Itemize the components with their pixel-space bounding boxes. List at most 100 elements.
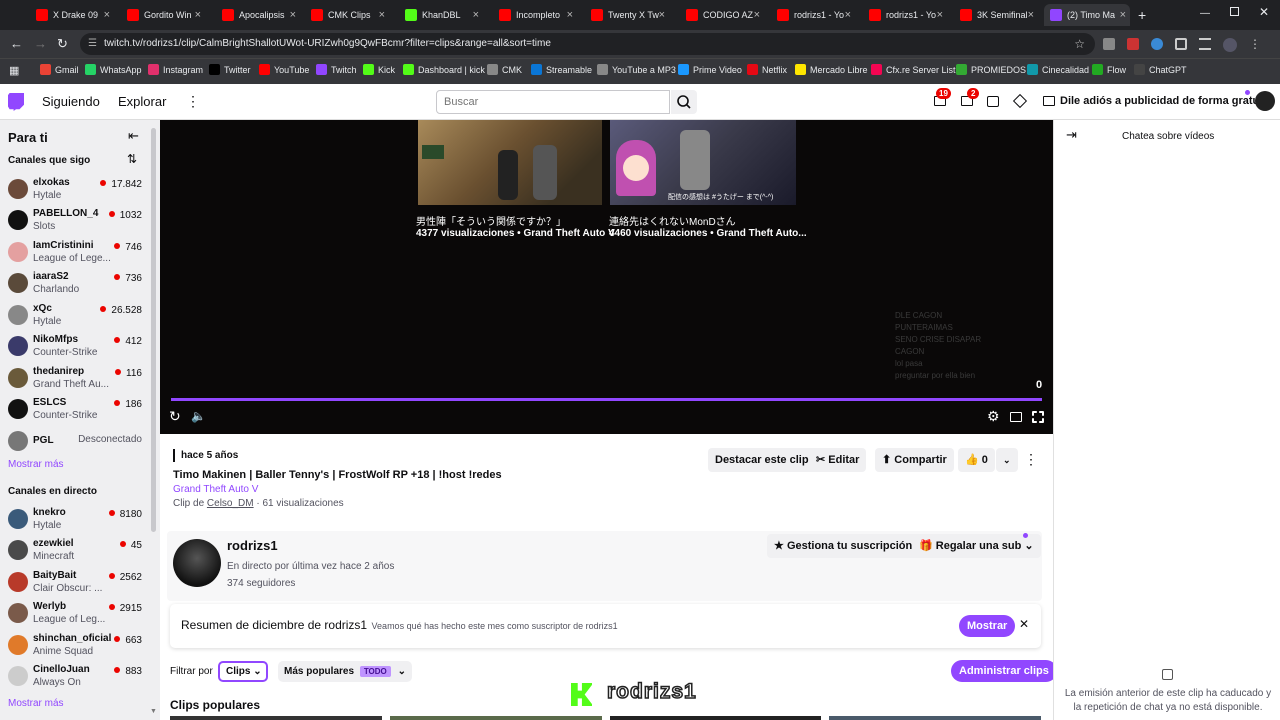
- bookmark-item[interactable]: CMK: [487, 64, 522, 75]
- clip-more-options-icon[interactable]: ⋮: [1024, 451, 1038, 468]
- browser-tab[interactable]: rodrizs1 - Yo ×: [863, 4, 947, 26]
- bookmark-item[interactable]: Instagram: [148, 64, 203, 75]
- more-options-icon[interactable]: ⋮: [186, 93, 200, 110]
- reload-icon[interactable]: ↻: [57, 36, 68, 52]
- sidebar-channel-item[interactable]: IamCristinini League of Lege... 746: [8, 239, 148, 269]
- bookmark-item[interactable]: Cfx.re Server List: [871, 64, 956, 75]
- bookmark-item[interactable]: Kick: [363, 64, 395, 75]
- ad-free-icon[interactable]: [1043, 96, 1055, 106]
- browser-tab[interactable]: rodrizs1 - Yo ×: [771, 4, 855, 26]
- browser-tab[interactable]: KhanDBL ×: [399, 4, 483, 26]
- bookmark-item[interactable]: PROMIEDOS: [956, 64, 1026, 75]
- channel-name[interactable]: rodrizs1: [227, 538, 278, 553]
- tab-close-icon[interactable]: ×: [659, 9, 665, 21]
- profile-avatar-icon[interactable]: [1223, 38, 1237, 52]
- following-link[interactable]: Siguiendo: [42, 94, 100, 109]
- tab-close-icon[interactable]: ×: [195, 9, 201, 21]
- browser-tab[interactable]: Gordito Win ×: [121, 4, 205, 26]
- sidebar-channel-item[interactable]: thedanirep Grand Theft Au... 116: [8, 365, 148, 395]
- replay-icon[interactable]: ↻: [169, 408, 181, 425]
- bookmark-item[interactable]: Flow: [1092, 64, 1126, 75]
- whispers-icon[interactable]: [987, 96, 999, 107]
- bookmark-item[interactable]: Dashboard | kick: [403, 64, 485, 75]
- browser-tab[interactable]: (2) Timo Ma ×: [1044, 4, 1130, 26]
- puzzle-icon[interactable]: [1175, 38, 1187, 50]
- sidebar-channel-item[interactable]: xQc Hytale 26.528: [8, 302, 148, 332]
- video-player[interactable]: 配信の感想は #うたげー まで(^-^) 男性陣「そういう関係ですか？」 437…: [160, 120, 1053, 434]
- clip2-title[interactable]: 連絡先はくれないMonDさん: [609, 213, 736, 228]
- manage-clips-button[interactable]: Administrar clips: [951, 660, 1057, 682]
- bookmark-item[interactable]: Prime Video: [678, 64, 742, 75]
- manage-subscription-button[interactable]: ★ Gestiona tu suscripción: [767, 534, 920, 558]
- sidebar-channel-item[interactable]: iaaraS2 Charlando 736: [8, 270, 148, 300]
- extension-icon[interactable]: [1151, 38, 1163, 50]
- window-maximize-icon[interactable]: [1230, 7, 1239, 16]
- bookmark-item[interactable]: Netflix: [747, 64, 787, 75]
- recap-close-icon[interactable]: ✕: [1019, 617, 1029, 631]
- window-minimize-icon[interactable]: —: [1200, 8, 1210, 19]
- sort-dropdown[interactable]: Más populares TODO ⌄: [278, 661, 412, 682]
- browser-tab[interactable]: 3K Semifinal ×: [954, 4, 1038, 26]
- channel-avatar[interactable]: [173, 539, 221, 587]
- sidebar-channel-item[interactable]: CinelloJuan Always On 883: [8, 663, 148, 693]
- gift-sub-button[interactable]: 🎁 Regalar una sub ⌄: [912, 534, 1041, 558]
- clip-thumbnail[interactable]: [170, 716, 382, 720]
- tab-close-icon[interactable]: ×: [473, 9, 479, 21]
- bookmark-item[interactable]: YouTube: [259, 64, 309, 75]
- bookmark-item[interactable]: WhatsApp: [85, 64, 142, 75]
- recommended-clip-thumb-1[interactable]: [418, 120, 602, 205]
- sidebar-channel-item[interactable]: elxokas Hytale 17.842: [8, 176, 148, 206]
- show-more-followed[interactable]: Mostrar más: [8, 459, 64, 470]
- like-options-chevron-icon[interactable]: ⌄: [996, 448, 1018, 472]
- clipper-link[interactable]: Celso_DM: [207, 498, 254, 509]
- sidebar-channel-item[interactable]: PGL Desconectado: [8, 428, 148, 458]
- bookmark-item[interactable]: Gmail: [40, 64, 79, 75]
- site-info-icon[interactable]: ☰: [88, 33, 97, 55]
- bookmark-item[interactable]: Twitter: [209, 64, 251, 75]
- extension-icon[interactable]: [1103, 38, 1115, 50]
- browser-tab[interactable]: Apocalipsis ×: [216, 4, 300, 26]
- sidebar-scrollbar[interactable]: [151, 128, 156, 532]
- tab-close-icon[interactable]: ×: [1028, 9, 1034, 21]
- tab-close-icon[interactable]: ×: [104, 9, 110, 21]
- apps-grid-icon[interactable]: ▦: [9, 64, 19, 77]
- clip-thumbnail[interactable]: [389, 716, 602, 720]
- forward-icon[interactable]: →: [34, 36, 47, 51]
- extensions-icons[interactable]: ⋮: [1103, 38, 1261, 52]
- clip-game-link[interactable]: Grand Theft Auto V: [173, 484, 258, 495]
- tab-close-icon[interactable]: ×: [937, 9, 943, 21]
- edit-clip-button[interactable]: ✂ Editar: [809, 448, 867, 472]
- search-button[interactable]: [671, 90, 697, 114]
- settings-gear-icon[interactable]: ⚙: [987, 408, 1000, 425]
- collapse-sidebar-icon[interactable]: ⇤: [128, 128, 139, 144]
- sidebar-channel-item[interactable]: Werlyb League of Leg... 2915: [8, 600, 148, 630]
- extension-icon[interactable]: [1127, 38, 1139, 50]
- clip1-title[interactable]: 男性陣「そういう関係ですか？」: [416, 213, 566, 228]
- tab-close-icon[interactable]: ×: [567, 9, 573, 21]
- recommended-clip-thumb-2[interactable]: 配信の感想は #うたげー まで(^-^): [610, 120, 796, 205]
- feature-clip-button[interactable]: Destacar este clip: [708, 448, 816, 472]
- theater-mode-icon[interactable]: [1010, 412, 1022, 422]
- bookmark-star-icon[interactable]: ☆: [1074, 33, 1085, 55]
- like-button[interactable]: 👍 0: [958, 448, 995, 472]
- clip-thumbnail[interactable]: [829, 716, 1041, 720]
- explore-link[interactable]: Explorar: [118, 94, 166, 109]
- sidebar-channel-item[interactable]: BaityBait Clair Obscur: ... 2562: [8, 569, 148, 599]
- sidebar-channel-item[interactable]: ESLCS Counter-Strike 186: [8, 396, 148, 426]
- sidebar-channel-item[interactable]: knekro Hytale 8180: [8, 506, 148, 536]
- browser-tab[interactable]: CODIGO AZ ×: [680, 4, 764, 26]
- expand-chat-icon[interactable]: ⇥: [1066, 127, 1077, 143]
- back-icon[interactable]: ←: [10, 36, 23, 51]
- window-close-icon[interactable]: ✕: [1259, 5, 1269, 19]
- fullscreen-icon[interactable]: [1032, 411, 1044, 423]
- bookmark-item[interactable]: Twitch: [316, 64, 357, 75]
- tab-close-icon[interactable]: ×: [1120, 9, 1126, 21]
- recap-show-button[interactable]: Mostrar: [959, 615, 1016, 637]
- new-tab-button[interactable]: +: [1138, 7, 1146, 23]
- url-field[interactable]: ☰ twitch.tv/rodrizs1/clip/CalmBrightShal…: [80, 33, 1095, 55]
- tab-close-icon[interactable]: ×: [754, 9, 760, 21]
- bookmark-item[interactable]: Cinecalidad: [1027, 64, 1089, 75]
- share-button[interactable]: ⬆ Compartir: [875, 448, 954, 472]
- bookmark-item[interactable]: ChatGPT: [1134, 64, 1187, 75]
- user-avatar[interactable]: [1255, 91, 1275, 111]
